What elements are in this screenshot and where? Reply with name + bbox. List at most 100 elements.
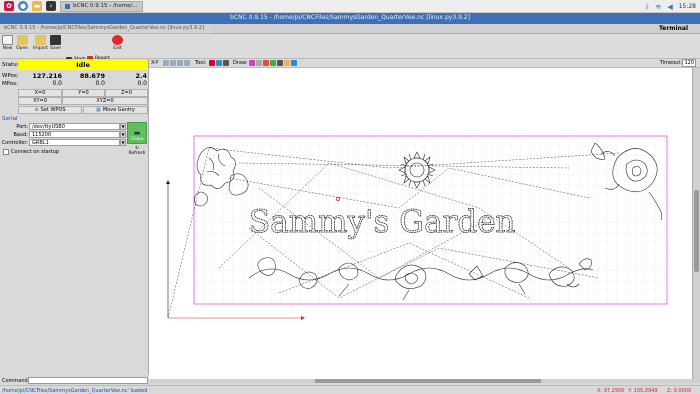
move-gantry-label: Move Gantry (102, 106, 135, 113)
draw-grid-icon[interactable] (256, 60, 262, 66)
tool-label: Tool: (195, 60, 207, 66)
canvas-horizontal-scrollbar[interactable] (149, 379, 700, 383)
status-badge: Idle (18, 60, 148, 70)
connect-on-startup-checkbox[interactable] (3, 149, 9, 155)
window-title: bCNC 0.9.15 - /home/pi/CNCFiles/SammysGa… (230, 14, 470, 21)
import-icon (34, 35, 46, 45)
new-file-icon (2, 35, 13, 45)
status-message: /home/pi/CNCFiles/SammysGarden_QuarterVe… (2, 388, 148, 394)
browser-icon[interactable]: ● (18, 1, 28, 11)
zoom-area-icon[interactable] (184, 60, 190, 66)
zero-x-button[interactable]: X=0 (18, 89, 62, 97)
view-select[interactable]: X-Y (151, 60, 158, 66)
command-input[interactable] (28, 377, 148, 384)
ribbon-toolbar: bCNC 0.9.15 - /home/pi/CNCFiles/SammysGa… (0, 24, 700, 81)
gantry-icon: ▦ (96, 106, 101, 113)
zoom-out-icon[interactable] (170, 60, 176, 66)
draw-margins-icon[interactable] (249, 60, 255, 66)
baud-field[interactable]: 115200 (29, 131, 120, 138)
control-panel: Status: Idle WPos: 127.216 88.679 2.4 MP… (0, 59, 149, 375)
power-icon (112, 35, 123, 45)
taskbar-task-bcnc[interactable]: bCNC 0.9.15 - /home/... (60, 0, 143, 12)
import-button[interactable]: Import (33, 35, 48, 51)
wpos-z: 2.4 (135, 72, 147, 80)
ruler-tool-icon[interactable] (223, 60, 229, 66)
zero-z-button[interactable]: Z=0 (105, 89, 148, 97)
ribbon-tab-strip: bCNC 0.9.15 - /home/pi/CNCFiles/SammysGa… (0, 24, 214, 34)
vertical-scroll-thumb[interactable] (694, 190, 699, 272)
toolpath-drawing: Sammy's Garden (166, 135, 668, 320)
zero-y-button[interactable]: Y=0 (62, 89, 105, 97)
select-tool-icon[interactable] (209, 60, 215, 66)
mpos-label: MPos: (2, 81, 18, 87)
title-text: Sammy's Garden (249, 204, 516, 240)
horizontal-scroll-thumb[interactable] (315, 379, 541, 383)
volume-icon[interactable]: ◀ (667, 3, 672, 11)
bluetooth-icon[interactable]: ᛒ (645, 3, 649, 11)
controller-label: Controller: (1, 140, 28, 146)
exit-label: Exit (113, 46, 122, 51)
exit-button[interactable]: Exit (112, 35, 123, 51)
draw-workarea-icon[interactable] (284, 60, 290, 66)
import-label: Import (33, 46, 48, 51)
terminal-app-icon[interactable]: › (46, 1, 56, 11)
canvas-vertical-scrollbar[interactable] (692, 68, 700, 379)
refresh-button[interactable]: ↻ Refresh (127, 146, 147, 156)
wpos-x: 127.216 (32, 72, 62, 80)
save-label: Save (50, 46, 62, 51)
window-titlebar: bCNC 0.9.15 - /home/pi/CNCFiles/SammysGa… (0, 13, 700, 24)
zoom-fit-icon[interactable] (177, 60, 183, 66)
baud-label: Baud: (13, 132, 28, 138)
baud-dropdown[interactable]: ▼ (120, 131, 126, 138)
zero-xy-button[interactable]: XY=0 (18, 97, 62, 105)
zero-xyz-button[interactable]: XYZ=0 (62, 97, 148, 105)
canvas-toolbar: X-Y Tool: Draw: Timeout: 120 (149, 59, 700, 68)
folder-icon[interactable]: ▬ (32, 1, 42, 11)
open-folder-icon (16, 35, 28, 45)
gcode-canvas[interactable]: Sammy's Garden (149, 68, 692, 379)
move-gantry-button[interactable]: ▦ Move Gantry (83, 106, 148, 114)
close-connection-button[interactable]: ▬ Close (127, 122, 147, 144)
refresh-label: Refresh (128, 151, 146, 156)
draw-axes-icon[interactable] (263, 60, 269, 66)
draw-paths-icon[interactable] (277, 60, 283, 66)
zoom-in-icon[interactable] (163, 60, 169, 66)
taskbar-task-label: bCNC 0.9.15 - /home/... (73, 2, 138, 9)
timeout-label: Timeout: (659, 60, 682, 66)
close-label: Close (130, 137, 144, 142)
mpos-z: 0.0 (137, 80, 147, 87)
ghost-title: bCNC 0.9.15 - /home/pi/CNCFiles/SammysGa… (4, 25, 204, 31)
set-wpos-button[interactable]: ⊕ Set WPOS (18, 106, 82, 114)
raspberry-menu-icon[interactable]: ✿ (4, 1, 14, 11)
title-artwork: Sammy's Garden (249, 204, 516, 241)
plug-icon: ▬ (133, 129, 141, 137)
connect-on-startup-label: Connect on startup (11, 149, 60, 155)
controller-field[interactable]: GRBL1 (29, 139, 120, 146)
port-dropdown[interactable]: ▼ (120, 123, 126, 130)
serial-section-label: Serial (2, 116, 18, 122)
cursor-y: Y: 105.0949 (628, 388, 658, 394)
controller-dropdown[interactable]: ▼ (120, 139, 126, 146)
port-field[interactable]: /dev/ttyUSB0 (29, 123, 120, 130)
new-button[interactable]: New (2, 35, 13, 51)
system-tray: ᛒ ≋ ◀ 15:28 (645, 1, 696, 12)
wifi-icon[interactable]: ≋ (655, 3, 661, 11)
save-disk-icon (50, 35, 62, 45)
open-button[interactable]: Open (16, 35, 28, 51)
draw-probe-icon[interactable] (270, 60, 276, 66)
open-label: Open (16, 46, 29, 51)
set-wpos-label: Set WPOS (40, 106, 66, 113)
mpos-x: 0.0 (52, 80, 62, 87)
timeout-field[interactable]: 120 (682, 59, 696, 67)
command-bar: Command: (0, 376, 149, 385)
terminal-tab[interactable]: Terminal (659, 25, 688, 32)
cursor-z: Z: 0.0000 (667, 388, 692, 394)
draw-camera-icon[interactable] (291, 60, 297, 66)
draw-label: Draw: (233, 60, 248, 66)
pan-tool-icon[interactable] (216, 60, 222, 66)
mpos-y: 0.0 (95, 80, 105, 87)
save-button[interactable]: Save (50, 35, 61, 51)
port-label: Port: (16, 124, 28, 130)
command-label: Command: (2, 378, 30, 384)
clock: 15:28 (678, 3, 696, 10)
